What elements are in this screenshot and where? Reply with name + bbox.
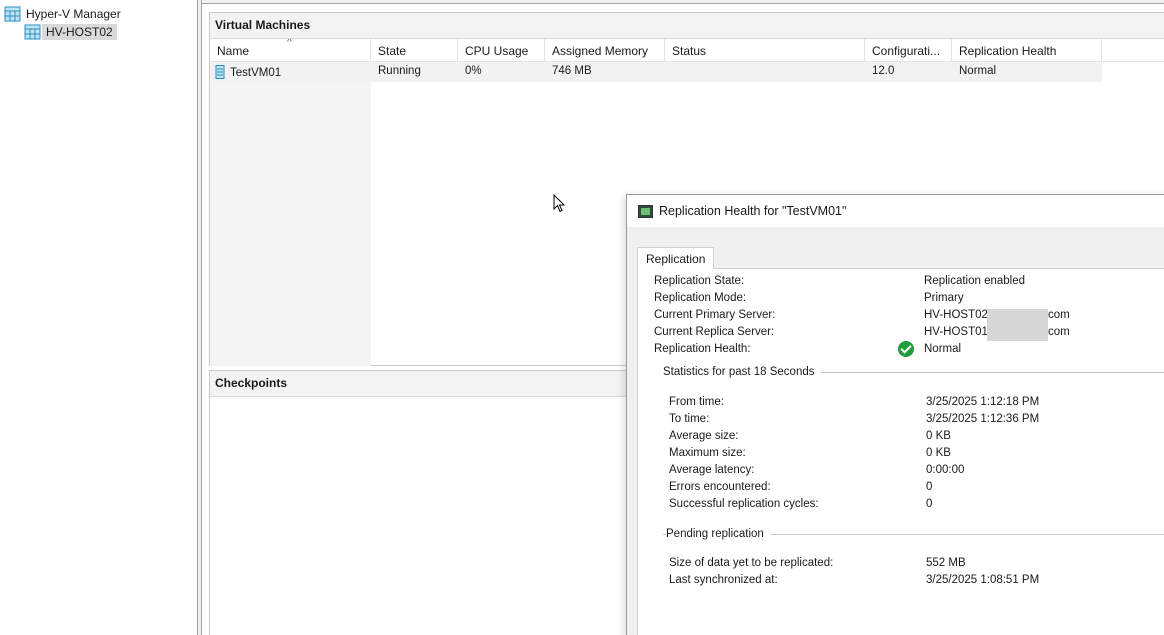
stat-label: Maximum size: [669, 447, 746, 459]
pending-value: 3/25/2025 1:08:51 PM [926, 574, 1040, 586]
top-border [202, 0, 1164, 4]
pending-label: Last synchronized at: [669, 574, 778, 586]
column-header-status[interactable]: Status [665, 39, 865, 62]
domain-suffix: com [1048, 326, 1070, 338]
navigation-tree: Hyper-V Manager HV-HOST02 [0, 0, 198, 635]
vm-table: Name ^ State CPU Usage Assigned Memory S… [210, 39, 1164, 82]
column-header-replication-health[interactable]: Replication Health [952, 39, 1102, 62]
sort-ascending-icon: ^ [287, 39, 292, 48]
column-header-name[interactable]: Name ^ [210, 39, 371, 62]
cell-memory: 746 MB [552, 65, 592, 77]
vm-name: TestVM01 [230, 67, 282, 79]
replication-health-value: Normal [924, 343, 962, 355]
cell-cpu: 0% [465, 65, 482, 77]
tree-item-hyperv-manager[interactable]: Hyper-V Manager [4, 5, 125, 23]
field-label: Replication Mode: [654, 292, 747, 304]
stat-value: 0 KB [926, 430, 951, 442]
stat-value: 3/25/2025 1:12:18 PM [926, 396, 1040, 408]
hyperv-manager-icon [4, 6, 22, 22]
domain-suffix: com [1048, 309, 1070, 321]
table-header: Name ^ State CPU Usage Assigned Memory S… [210, 39, 1164, 62]
redacted-domain [987, 309, 1048, 341]
virtual-machine-icon [215, 65, 225, 79]
column-header-memory[interactable]: Assigned Memory [545, 39, 665, 62]
field-label: Replication Health: [654, 343, 751, 355]
stat-label: Average latency: [669, 464, 755, 476]
stat-label: Average size: [669, 430, 739, 442]
health-ok-icon [898, 341, 914, 357]
stat-value: 0 KB [926, 447, 951, 459]
column-header-state[interactable]: State [371, 39, 458, 62]
replication-mode-value: Primary [924, 292, 964, 304]
pending-label: Size of data yet to be replicated: [669, 557, 834, 569]
dialog-title-bar[interactable]: Replication Health for "TestVM01" [627, 195, 1164, 227]
replica-server-value: HV-HOST01. [924, 326, 991, 338]
cell-replication-health: Normal [959, 65, 997, 77]
replication-health-dialog: Replication Health for "TestVM01" Replic… [626, 194, 1164, 635]
server-icon [24, 24, 42, 40]
pane-splitter[interactable] [198, 0, 202, 635]
column-header-configuration[interactable]: Configurati... [865, 39, 952, 62]
field-label: Replication State: [654, 275, 745, 287]
replication-state-value: Replication enabled [924, 275, 1026, 287]
primary-server-value: HV-HOST02. [924, 309, 991, 321]
stat-label: Successful replication cycles: [669, 498, 819, 510]
table-row[interactable]: TestVM01 Running 0% 746 MB 12.0 Normal [210, 62, 1102, 82]
pending-value: 552 MB [926, 557, 966, 569]
server-name: HV-HOST01. [924, 326, 992, 338]
tree-item-label: HV-HOST02 [42, 24, 117, 40]
cell-state: Running [378, 65, 421, 77]
cell-configuration: 12.0 [872, 65, 895, 77]
server-name: HV-HOST02. [924, 309, 992, 321]
pending-group-title: Pending replication [666, 528, 770, 540]
stat-value: 0:00:00 [926, 464, 965, 476]
stat-label: Errors encountered: [669, 481, 771, 493]
tree-item-label: Hyper-V Manager [26, 7, 121, 21]
tree-item-host[interactable]: HV-HOST02 [24, 23, 117, 41]
column-header-cpu[interactable]: CPU Usage [458, 39, 545, 62]
stat-label: From time: [669, 396, 724, 408]
vm-console-icon [638, 204, 653, 218]
cell-status [665, 62, 679, 82]
tab-content: Replication State: Replication Mode: Cur… [637, 268, 1164, 635]
stat-value: 3/25/2025 1:12:36 PM [926, 413, 1040, 425]
column-label: Name [217, 44, 250, 58]
stat-value: 0 [926, 481, 933, 493]
stat-label: To time: [669, 413, 710, 425]
stat-value: 0 [926, 498, 933, 510]
cell-name: TestVM01 [210, 62, 371, 82]
tab-replication[interactable]: Replication [637, 247, 715, 269]
mouse-cursor-icon [553, 194, 565, 213]
name-column-background [210, 82, 371, 366]
stats-group-title: Statistics for past 18 Seconds [663, 366, 821, 378]
field-label: Current Primary Server: [654, 309, 776, 321]
dialog-title: Replication Health for "TestVM01" [659, 204, 847, 218]
panel-title: Virtual Machines [210, 13, 1164, 39]
field-label: Current Replica Server: [654, 326, 775, 338]
